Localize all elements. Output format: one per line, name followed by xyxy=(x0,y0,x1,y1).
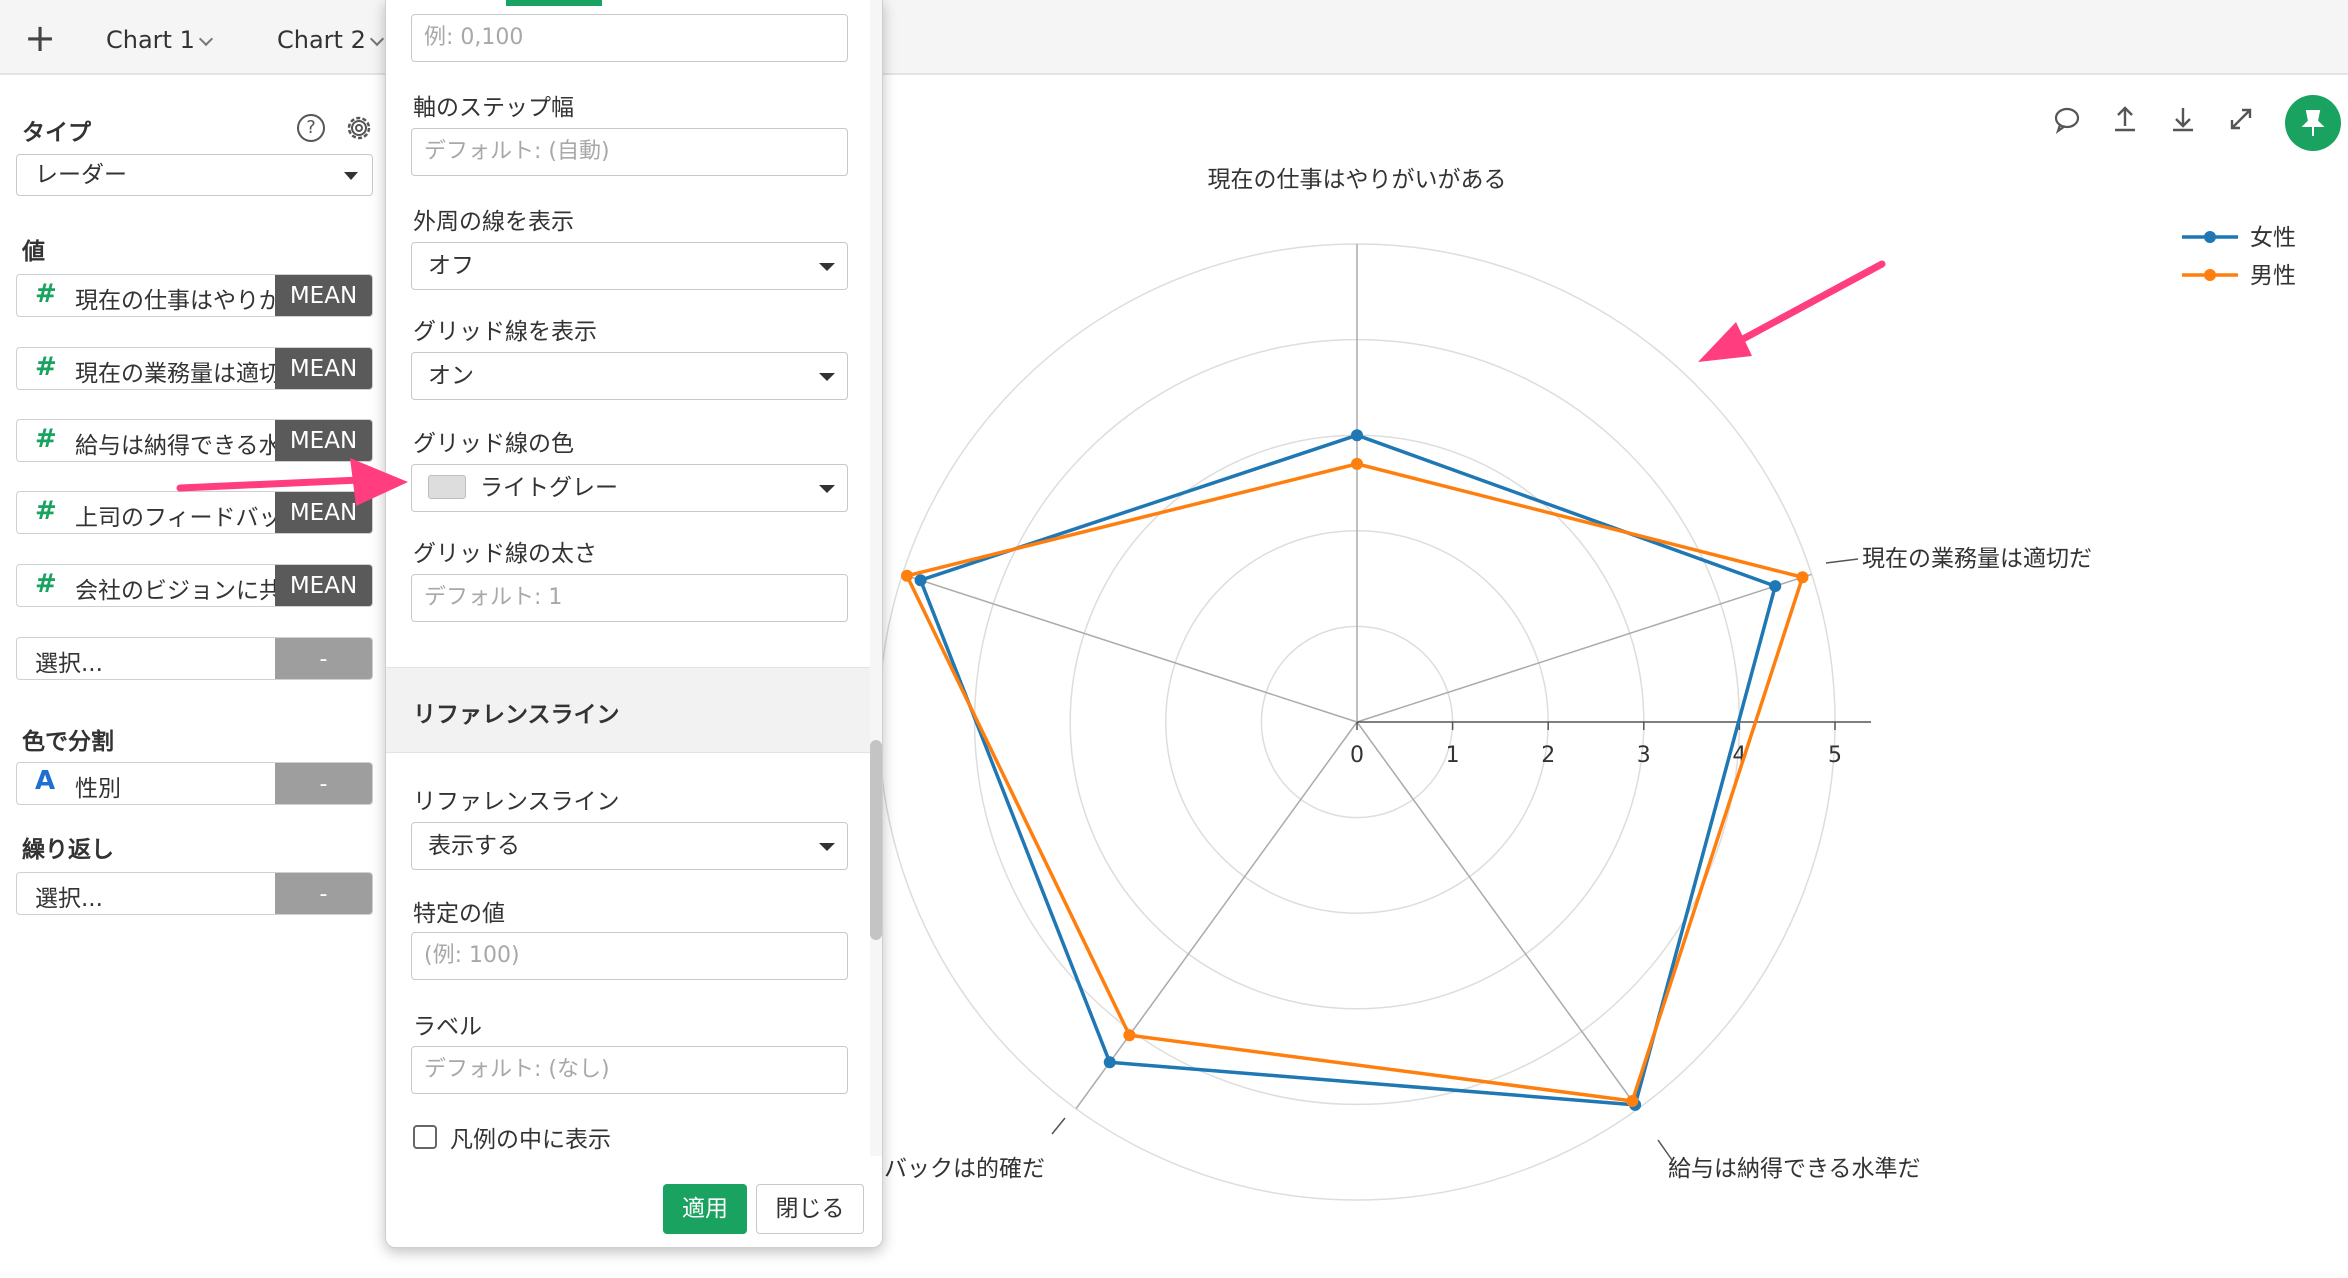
annotation-arrow xyxy=(176,458,408,506)
annotation-arrow-overlay xyxy=(176,458,408,506)
